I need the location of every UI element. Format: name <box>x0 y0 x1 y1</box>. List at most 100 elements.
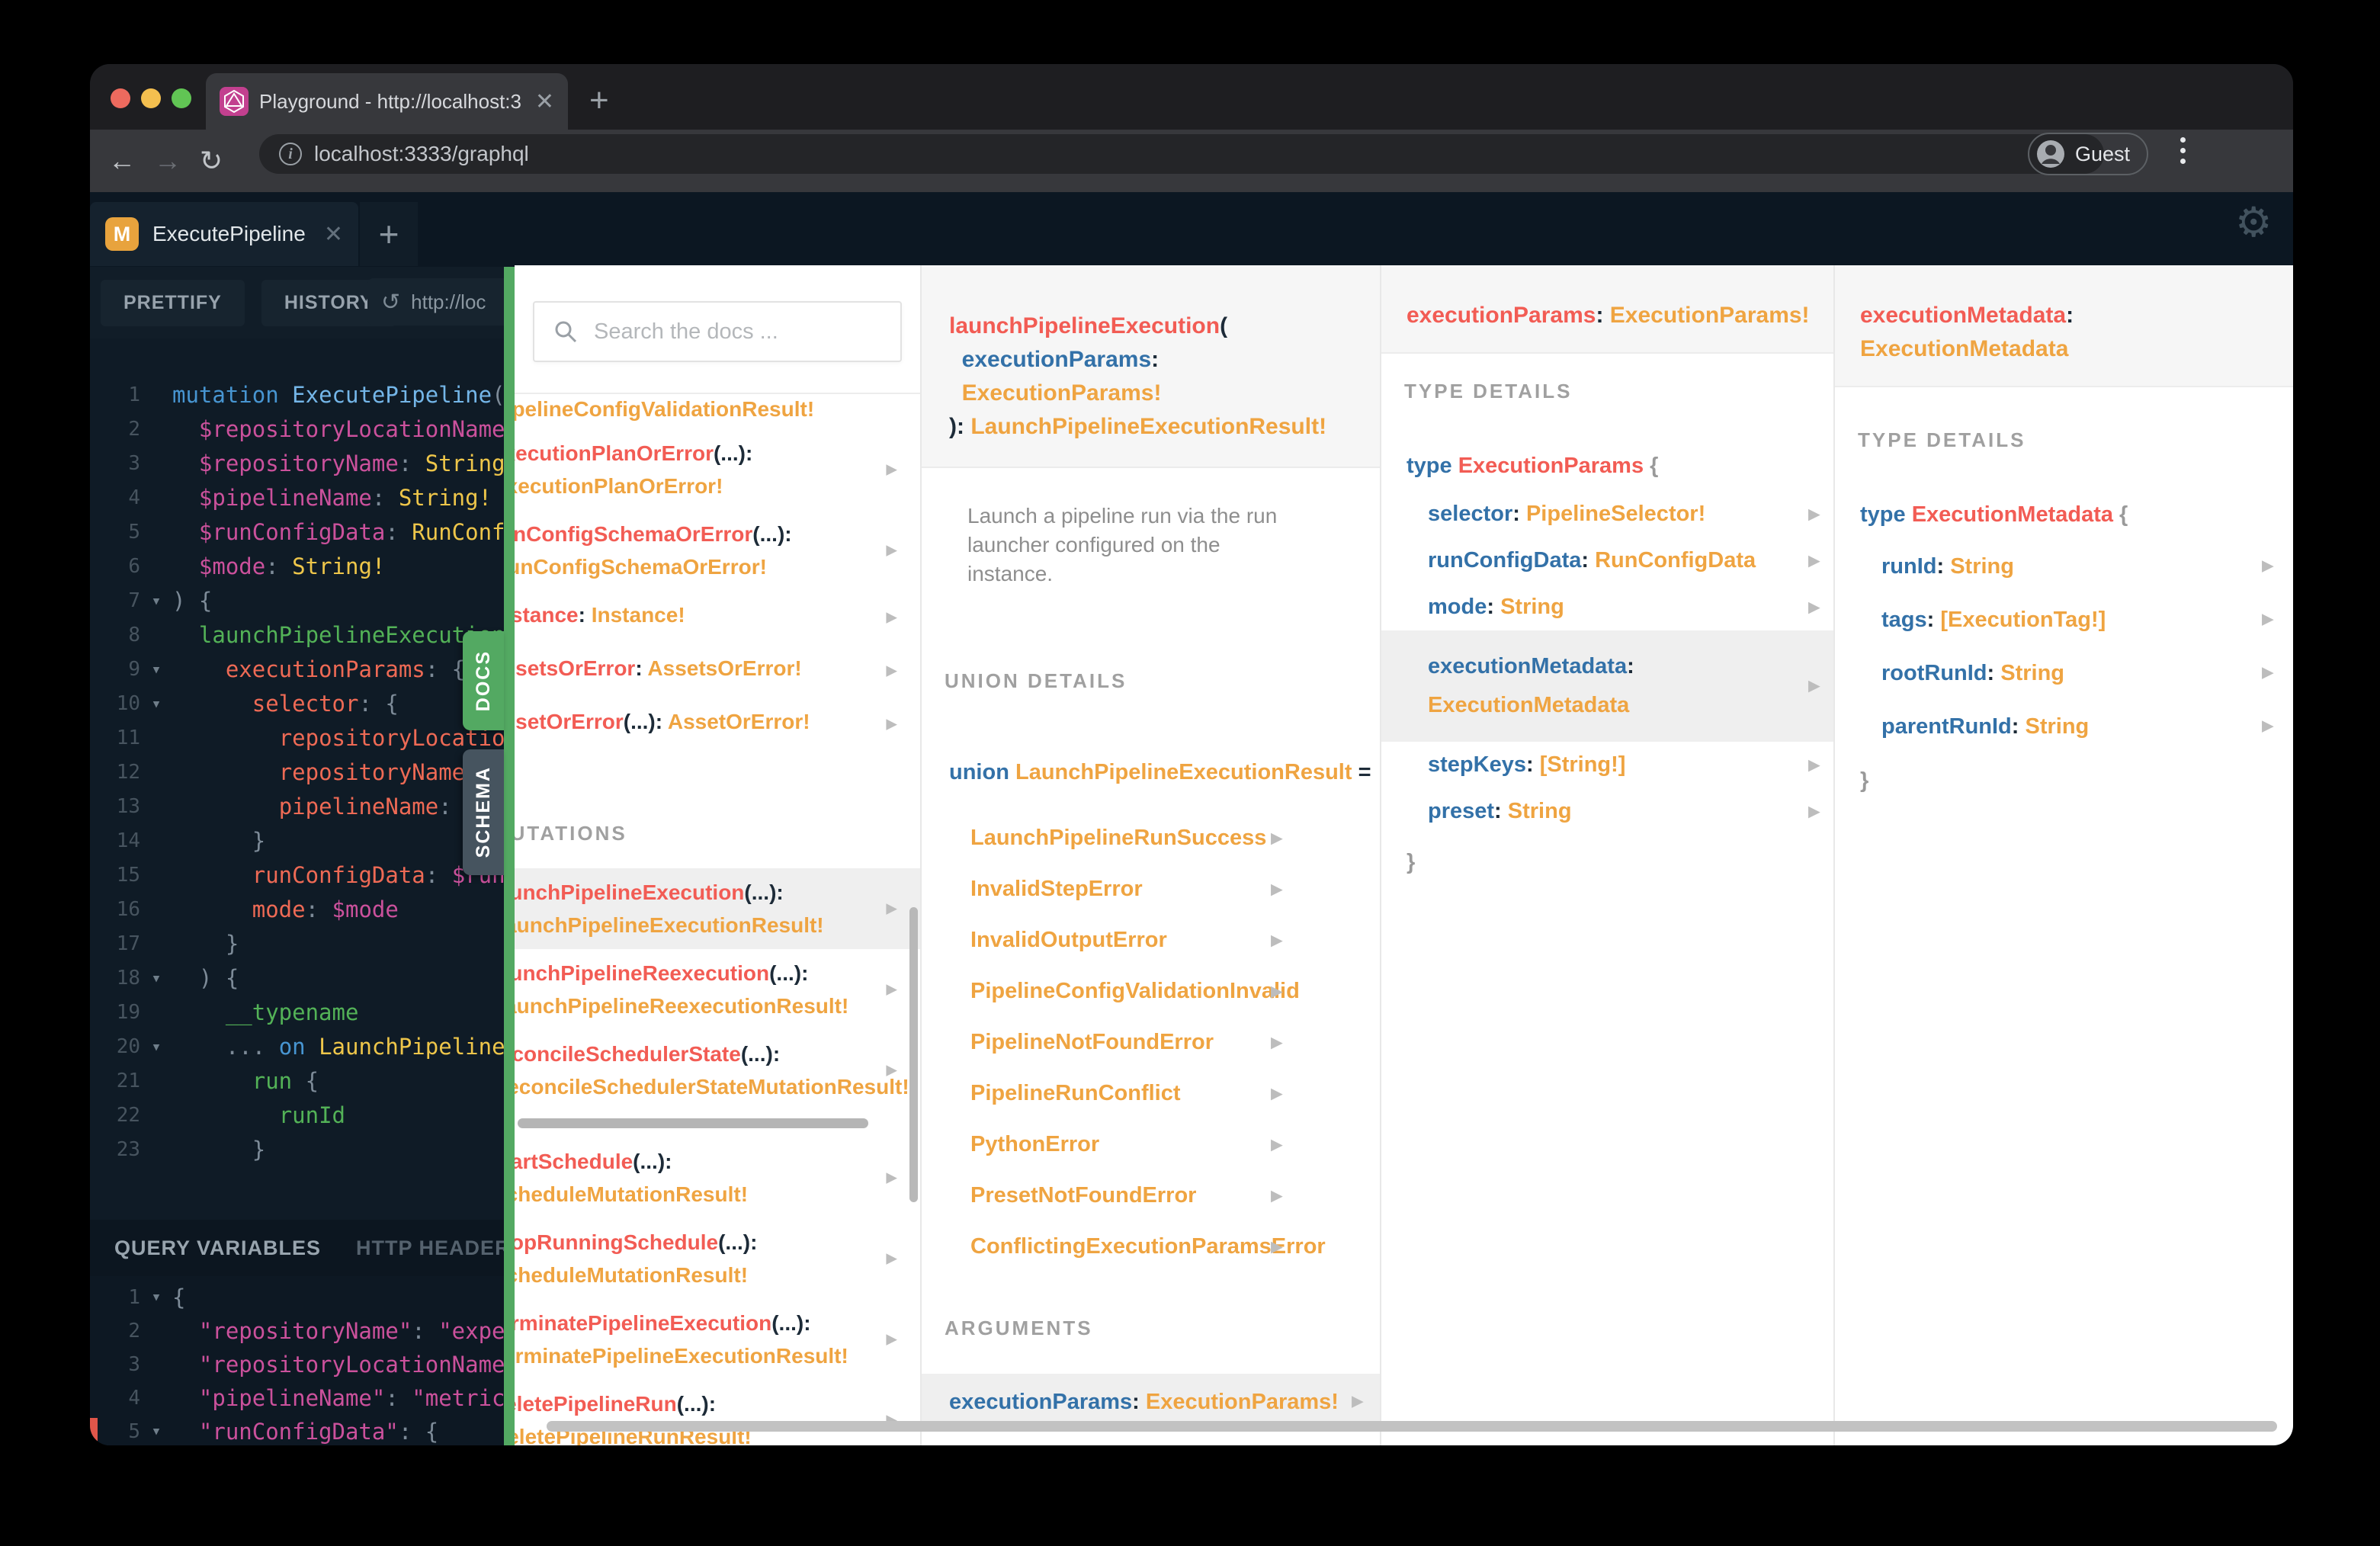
type-field[interactable]: selector: PipelineSelector! ▶ <box>1381 491 1833 537</box>
fold-arrow-icon[interactable]: ▾ <box>140 961 172 996</box>
docs-resize-handle[interactable] <box>504 267 515 1445</box>
docs-field-terminatePipelineExecution[interactable]: terminatePipelineExecution(...): Terminat… <box>515 1299 920 1380</box>
horizontal-scrollbar[interactable] <box>547 1421 2277 1432</box>
code-line[interactable]: 16 mode: $mode <box>90 893 505 927</box>
code-line[interactable]: 4 $pipelineName: String! <box>90 481 505 515</box>
reload-icon[interactable]: ↻ <box>200 146 223 177</box>
code-line[interactable]: 3 "repositoryLocationName": <box>90 1348 505 1381</box>
type-field[interactable]: mode: String ▶ <box>1381 584 1833 630</box>
horizontal-scrollbar[interactable] <box>518 1118 868 1128</box>
code-line[interactable]: 12 repositoryName: $repositoryName <box>90 755 505 790</box>
tab-http-headers[interactable]: HTTP HEADERS <box>356 1236 505 1260</box>
tab-query-variables[interactable]: QUERY VARIABLES <box>114 1236 321 1260</box>
browser-menu-icon[interactable] <box>2180 137 2186 164</box>
union-member-PipelineConfigValidationInvalid[interactable]: PipelineConfigValidationInvalid ▶ <box>970 966 1380 1017</box>
code-line[interactable]: 23 } <box>90 1133 505 1167</box>
minimize-window-button[interactable] <box>141 88 161 108</box>
new-tab-button[interactable]: + <box>589 84 609 117</box>
fold-arrow-icon[interactable]: ▾ <box>140 1030 172 1064</box>
tab-docs[interactable]: DOCS <box>463 631 504 730</box>
code-line[interactable]: 13 pipelineName: $pipelineName <box>90 790 505 824</box>
zoom-window-button[interactable] <box>172 88 191 108</box>
code-line[interactable]: 20▾ ... on LaunchPipelineRunSuccess <box>90 1030 505 1064</box>
code-line[interactable]: 19 __typename <box>90 996 505 1030</box>
fold-arrow-icon[interactable]: ▾ <box>140 653 172 687</box>
endpoint-reload-icon[interactable]: ↺ <box>381 289 400 316</box>
variables-editor[interactable]: 1▾{2 "repositoryName": "experimental_rep… <box>90 1276 505 1445</box>
endpoint-input[interactable]: ↺ http://loc <box>367 278 505 326</box>
session-close-icon[interactable]: ✕ <box>324 221 343 248</box>
code-line[interactable]: 21 run { <box>90 1064 505 1099</box>
docs-field-runConfigSchemaOrError[interactable]: runConfigSchemaOrError(...): RunConfigSch… <box>515 510 920 591</box>
docs-field-launchPipelineExecution[interactable]: launchPipelineExecution(...): LaunchPipel… <box>515 868 920 949</box>
code-line[interactable]: 2 $repositoryLocationName: String! <box>90 412 505 447</box>
union-member-PresetNotFoundError[interactable]: PresetNotFoundError ▶ <box>970 1170 1380 1221</box>
type-field[interactable]: preset: String ▶ <box>1381 788 1833 835</box>
union-member-PythonError[interactable]: PythonError ▶ <box>970 1119 1380 1170</box>
forward-icon[interactable]: → <box>154 145 181 177</box>
code-line[interactable]: 17 } <box>90 927 505 961</box>
code-line[interactable]: 1 mutation ExecutePipeline( <box>90 378 505 412</box>
code-line[interactable]: 5 ▾ "runConfigData": { <box>90 1415 505 1445</box>
browser-tab[interactable]: Playground - http://localhost:3 ✕ <box>206 73 568 130</box>
code-line[interactable]: 5 $runConfigData: RunConfigData! <box>90 515 505 550</box>
gutter-spacer <box>140 755 172 790</box>
docs-field-executionPlanOrError[interactable]: executionPlanOrError(...):ExecutionPlanO… <box>515 429 920 510</box>
type-field[interactable]: runConfigData: RunConfigData ▶ <box>1381 537 1833 584</box>
type-header: executionParams: ExecutionParams! <box>1381 265 1833 354</box>
docs-field-reconcileSchedulerState[interactable]: reconcileSchedulerState(...): ReconcileSc… <box>515 1030 920 1111</box>
code-line[interactable]: 18 ▾ ) { <box>90 961 505 996</box>
type-field[interactable]: stepKeys: [String!] ▶ <box>1381 742 1833 788</box>
fold-arrow-icon[interactable]: ▾ <box>140 584 172 618</box>
union-member-PipelineRunConflict[interactable]: PipelineRunConflict ▶ <box>970 1068 1380 1119</box>
union-member-InvalidStepError[interactable]: InvalidStepError ▶ <box>970 864 1380 915</box>
type-field[interactable]: executionMetadata: ExecutionMetadata ▶ <box>1381 630 1833 742</box>
docs-field-assetsOrError[interactable]: assetsOrError: AssetsOrError!▶ <box>515 644 920 698</box>
fold-arrow-icon[interactable]: ▾ <box>140 687 172 721</box>
code-line[interactable]: 22 runId <box>90 1099 505 1133</box>
code-line[interactable]: 6 $mode: String! <box>90 550 505 584</box>
prettify-button[interactable]: PRETTIFY <box>101 279 245 326</box>
tab-close-icon[interactable]: ✕ <box>535 88 554 115</box>
fold-arrow-icon[interactable]: ▾ <box>140 1415 172 1445</box>
code-line[interactable]: 1 ▾{ <box>90 1281 505 1314</box>
new-session-button[interactable]: + <box>360 202 418 266</box>
profile-button[interactable]: Guest <box>2028 133 2149 175</box>
fold-arrow-icon[interactable]: ▾ <box>140 1281 172 1314</box>
code-line[interactable]: 10 ▾ selector: { <box>90 687 505 721</box>
union-member-ConflictingExecutionParamsError[interactable]: ConflictingExecutionParamsError ▶ <box>970 1221 1380 1272</box>
code-line[interactable]: 15 runConfigData: $runConfigData <box>90 858 505 893</box>
close-window-button[interactable] <box>111 88 130 108</box>
gutter-spacer <box>140 550 172 584</box>
back-icon[interactable]: ← <box>108 145 136 177</box>
type-field[interactable]: tags: [ExecutionTag!] ▶ <box>1835 593 2293 646</box>
site-info-icon[interactable]: i <box>279 143 302 165</box>
docs-field-launchPipelineReexecution[interactable]: launchPipelineReexecution(...): LaunchPip… <box>515 949 920 1030</box>
union-member-InvalidOutputError[interactable]: InvalidOutputError ▶ <box>970 915 1380 966</box>
code-line[interactable]: 14 } <box>90 824 505 858</box>
code-line[interactable]: 3 $repositoryName: String! <box>90 447 505 481</box>
docs-field-startSchedule[interactable]: startSchedule(...):ScheduleMutationResul… <box>515 1137 920 1218</box>
type-field[interactable]: rootRunId: String ▶ <box>1835 646 2293 700</box>
code-line[interactable]: 8 launchPipelineExecution( <box>90 618 505 653</box>
docs-field-deletePipelineRun[interactable]: deletePipelineRun(...):DeletePipelineRun… <box>515 1380 920 1445</box>
docs-field-assetOrError[interactable]: assetOrError(...): AssetOrError!▶ <box>515 698 920 751</box>
session-tab-executepipeline[interactable]: M ExecutePipeline ✕ <box>90 202 358 266</box>
query-editor[interactable]: 1 mutation ExecutePipeline(2 $repositoryL… <box>90 338 505 1220</box>
vertical-scrollbar[interactable] <box>909 907 918 1202</box>
settings-gear-icon[interactable]: ⚙ <box>2235 198 2272 246</box>
docs-field-stopRunningSchedule[interactable]: stopRunningSchedule(...):ScheduleMutatio… <box>515 1218 920 1299</box>
address-bar[interactable]: i localhost:3333/graphql <box>259 134 2104 174</box>
code-line[interactable]: 2 "repositoryName": "experimental_reposi… <box>90 1314 505 1348</box>
docs-search-input[interactable]: Search the docs ... <box>533 301 902 362</box>
code-line[interactable]: 4 "pipelineName": "metrics_pipeline" <box>90 1381 505 1415</box>
union-member-PipelineNotFoundError[interactable]: PipelineNotFoundError ▶ <box>970 1017 1380 1068</box>
code-line[interactable]: 7 ▾) { <box>90 584 505 618</box>
type-field[interactable]: runId: String ▶ <box>1835 540 2293 593</box>
code-line[interactable]: 9 ▾ executionParams: { <box>90 653 505 687</box>
tab-schema[interactable]: SCHEMA <box>463 749 504 875</box>
code-line[interactable]: 11 repositoryLocationName: $repositoryLo… <box>90 721 505 755</box>
union-member-LaunchPipelineRunSuccess[interactable]: LaunchPipelineRunSuccess ▶ <box>970 813 1380 864</box>
docs-field-instance[interactable]: instance: Instance!▶ <box>515 591 920 644</box>
type-field[interactable]: parentRunId: String ▶ <box>1835 700 2293 753</box>
